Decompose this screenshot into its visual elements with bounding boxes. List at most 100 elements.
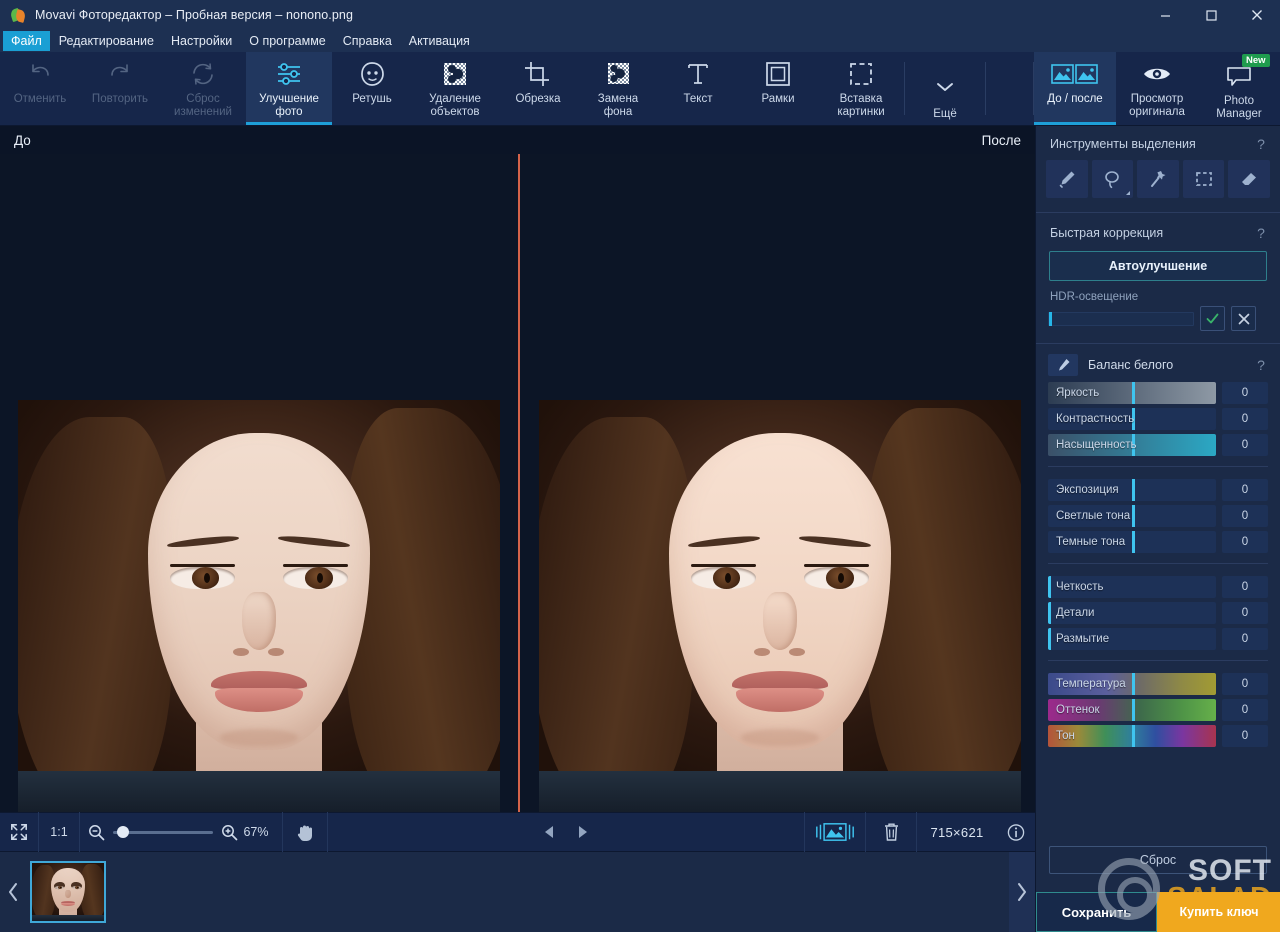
tool-text-label: Текст (684, 93, 713, 106)
clarity-slider[interactable]: Четкость (1048, 576, 1216, 598)
apply-button[interactable] (1200, 306, 1225, 331)
compare-images-icon (815, 820, 855, 844)
lasso-dropdown-corner[interactable] (1126, 191, 1130, 195)
slider-row: Экспозиция 0 (1048, 479, 1268, 501)
retouch-face-icon (358, 59, 386, 89)
blur-value: 0 (1222, 628, 1268, 650)
saturation-slider[interactable]: Насыщенность (1048, 434, 1216, 456)
zoom-slider-handle[interactable] (117, 826, 129, 838)
hdr-slider-handle[interactable] (1049, 312, 1052, 326)
selection-help-icon[interactable]: ? (1254, 136, 1268, 152)
slider-group-color: Температура 0 Оттенок 0 Тон 0 (1036, 673, 1280, 747)
slider-row: Контрастность 0 (1048, 408, 1268, 430)
brush-select-tool[interactable] (1046, 160, 1088, 198)
tool-reset-changes[interactable]: Сброс изменений (160, 52, 246, 125)
minimize-button[interactable] (1142, 0, 1188, 30)
tool-insert-image[interactable]: Вставка картинки (818, 52, 904, 125)
next-arrow-icon (576, 824, 590, 840)
main-toolbar: Отменить Повторить Сброс изменений (0, 52, 1280, 126)
brightness-slider[interactable]: Яркость (1048, 382, 1216, 404)
tool-object-removal[interactable]: Удаление объектов (412, 52, 498, 125)
tool-view-original[interactable]: Просмотр оригинала (1116, 52, 1198, 125)
maximize-button[interactable] (1188, 0, 1234, 30)
tool-pm-line1: Photo (1224, 95, 1254, 107)
menu-item-file[interactable]: Файл (3, 31, 50, 51)
save-button[interactable]: Сохранить (1036, 892, 1157, 932)
lasso-select-tool[interactable] (1092, 160, 1134, 198)
photo-after (539, 400, 1021, 817)
menu-item-help[interactable]: Справка (335, 31, 400, 51)
brightness-value: 0 (1222, 382, 1268, 404)
hdr-lighting-row (1048, 306, 1268, 331)
right-panel: Инструменты выделения ? Быстрая корр (1035, 126, 1280, 932)
menu-item-activation[interactable]: Активация (401, 31, 478, 51)
menu-item-edit[interactable]: Редактирование (51, 31, 162, 51)
hdr-lighting-slider[interactable] (1048, 312, 1194, 326)
rectangle-select-tool[interactable] (1183, 160, 1225, 198)
tool-reset-line1: Сброс (186, 93, 219, 105)
fit-screen-button[interactable] (0, 812, 38, 852)
auto-enhance-button[interactable]: Автоулучшение (1049, 251, 1267, 281)
hue-label: Тон (1056, 725, 1075, 747)
tool-undo[interactable]: Отменить (0, 52, 80, 125)
zoom-in-icon[interactable] (221, 824, 238, 841)
white-balance-help-icon[interactable]: ? (1254, 357, 1268, 373)
tool-text[interactable]: Текст (658, 52, 738, 125)
shadows-slider[interactable]: Темные тона (1048, 531, 1216, 553)
tool-more[interactable]: Ещё (905, 52, 985, 125)
toolbar-divider-2 (985, 62, 986, 115)
chevron-down-icon (934, 72, 956, 102)
blur-slider[interactable]: Размытие (1048, 628, 1216, 650)
contrast-slider[interactable]: Контрастность (1048, 408, 1216, 430)
slider-row: Яркость 0 (1048, 382, 1268, 404)
hand-tool-button[interactable] (283, 812, 327, 852)
tool-frames[interactable]: Рамки (738, 52, 818, 125)
tool-insert-line1: Вставка (840, 93, 883, 105)
background-replace-icon (604, 59, 632, 89)
close-button[interactable] (1234, 0, 1280, 30)
zoom-out-icon[interactable] (88, 824, 105, 841)
zoom-slider[interactable] (113, 831, 213, 834)
reset-button[interactable]: Сброс (1049, 846, 1267, 874)
tool-enhance-line2: фото (275, 106, 302, 118)
quick-correction-help-icon[interactable]: ? (1254, 225, 1268, 241)
panel-divider-3 (1048, 466, 1268, 467)
buy-key-button[interactable]: Купить ключ (1157, 892, 1280, 932)
zoom-actual-size-button[interactable]: 1:1 (39, 812, 79, 852)
filmstrip-prev-button[interactable] (0, 852, 26, 932)
delete-image-button[interactable] (866, 812, 916, 852)
tool-crop[interactable]: Обрезка (498, 52, 578, 125)
exposure-slider[interactable]: Экспозиция (1048, 479, 1216, 501)
highlights-slider[interactable]: Светлые тона (1048, 505, 1216, 527)
tool-photo-enhance[interactable]: Улучшение фото (246, 52, 332, 125)
tool-before-after[interactable]: До / после (1034, 52, 1116, 125)
prev-image-button[interactable] (532, 812, 566, 852)
menu-item-settings[interactable]: Настройки (163, 31, 240, 51)
image-info-button[interactable] (997, 812, 1035, 852)
thumbnail-item[interactable] (30, 861, 106, 923)
temperature-slider[interactable]: Температура (1048, 673, 1216, 695)
magic-wand-tool[interactable] (1137, 160, 1179, 198)
eraser-tool[interactable] (1228, 160, 1270, 198)
tool-photo-enhance-label: Улучшение фото (259, 93, 319, 118)
next-image-button[interactable] (566, 812, 600, 852)
menu-item-about[interactable]: О программе (241, 31, 333, 51)
tool-background-replace[interactable]: Замена фона (578, 52, 658, 125)
chevron-right-icon (1015, 881, 1029, 903)
tool-view-line2: оригинала (1129, 106, 1185, 118)
tool-redo[interactable]: Повторить (80, 52, 160, 125)
details-slider[interactable]: Детали (1048, 602, 1216, 624)
compare-divider-handle[interactable] (518, 154, 520, 838)
cancel-button[interactable] (1231, 306, 1256, 331)
quick-correction-header: Быстрая коррекция ? (1036, 213, 1280, 249)
compare-mode-button[interactable] (805, 812, 865, 852)
hue-slider[interactable]: Тон (1048, 725, 1216, 747)
filmstrip-next-button[interactable] (1009, 852, 1035, 932)
after-label: После (982, 133, 1021, 148)
tool-photo-manager[interactable]: New Photo Manager (1198, 52, 1280, 125)
tint-slider[interactable]: Оттенок (1048, 699, 1216, 721)
eyedropper-button[interactable] (1048, 354, 1078, 376)
tool-retouch[interactable]: Ретушь (332, 52, 412, 125)
rectangle-select-icon (1194, 169, 1214, 189)
magic-wand-icon (1148, 169, 1168, 189)
